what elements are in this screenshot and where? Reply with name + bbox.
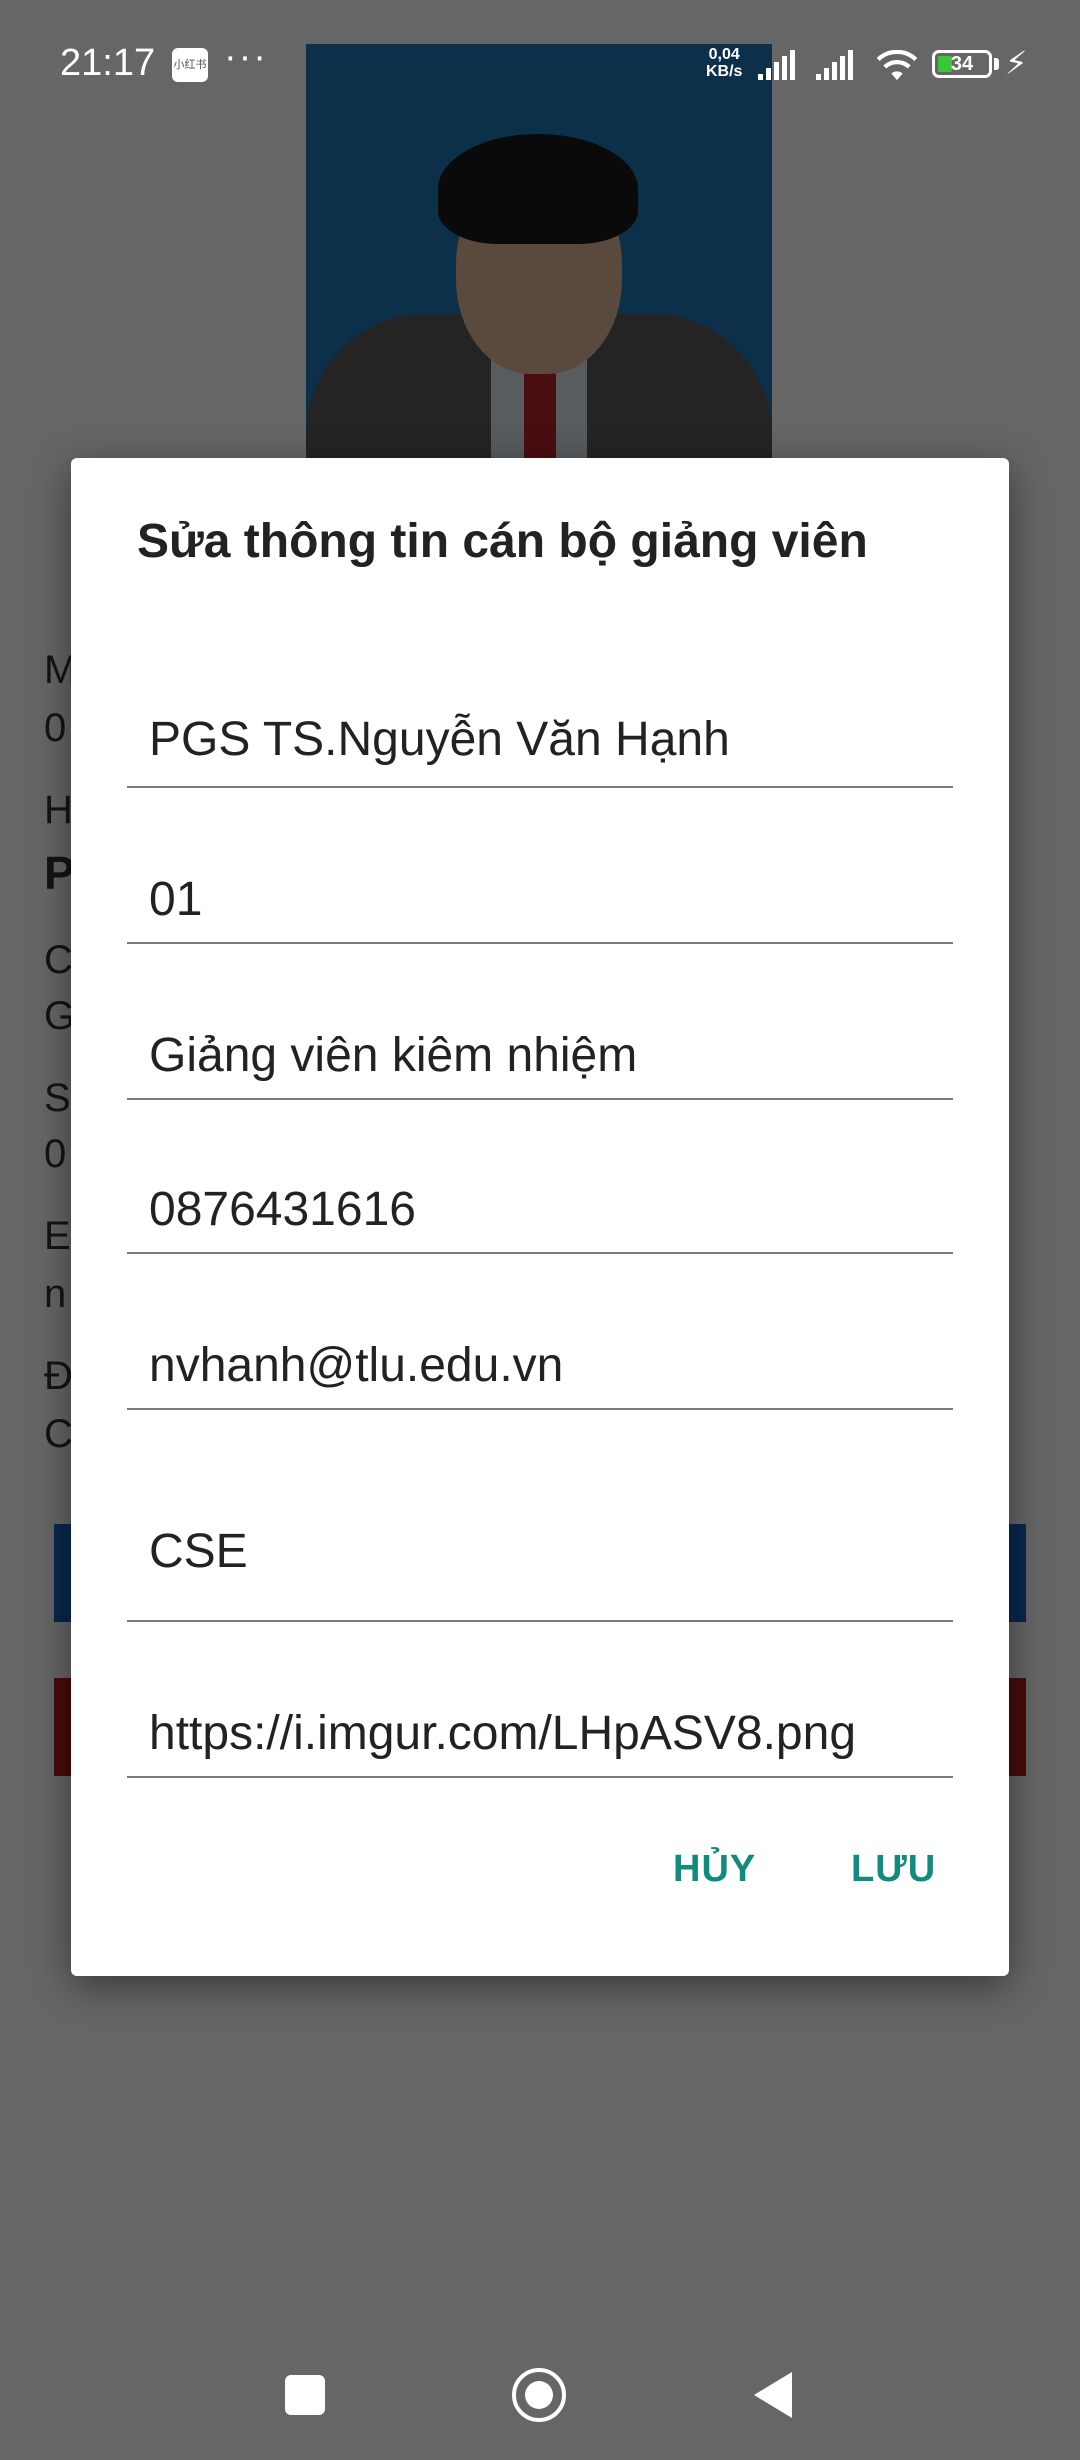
dialog-title: Sửa thông tin cán bộ giảng viên bbox=[137, 515, 868, 568]
cancel-button[interactable]: HỦY bbox=[673, 1848, 756, 1891]
status-bar: 21:17 小红书 ··· 0,04 KB/s 34 ⚡ bbox=[0, 0, 1080, 130]
battery-tip bbox=[994, 58, 999, 70]
system-nav-bar bbox=[0, 2320, 1080, 2460]
department-field[interactable]: CSE bbox=[127, 1424, 953, 1622]
more-notifications-icon: ··· bbox=[224, 36, 268, 78]
status-time: 21:17 bbox=[60, 42, 156, 84]
network-speed-unit: KB/s bbox=[706, 63, 743, 80]
battery-level-text: 34 bbox=[950, 53, 974, 75]
wifi-icon bbox=[876, 50, 918, 81]
recent-apps-icon[interactable] bbox=[285, 2375, 325, 2415]
signal-strength-icon bbox=[816, 50, 853, 80]
name-field[interactable]: PGS TS.Nguyễn Văn Hạnh bbox=[127, 648, 953, 788]
edit-lecturer-dialog: Sửa thông tin cán bộ giảng viên PGS TS.N… bbox=[71, 458, 1009, 1976]
position-field[interactable]: Giảng viên kiêm nhiệm bbox=[127, 958, 953, 1100]
email-field[interactable]: nvhanh@tlu.edu.vn bbox=[127, 1268, 953, 1410]
home-icon[interactable] bbox=[512, 2368, 566, 2422]
email-field-value[interactable]: nvhanh@tlu.edu.vn bbox=[149, 1338, 563, 1393]
signal-strength-icon bbox=[758, 50, 795, 80]
charging-icon: ⚡ bbox=[1005, 45, 1028, 81]
phone-field-value[interactable]: 0876431616 bbox=[149, 1182, 416, 1237]
position-field-value[interactable]: Giảng viên kiêm nhiệm bbox=[149, 1028, 637, 1083]
avatar-url-field[interactable]: https://i.imgur.com/LHpASV8.png bbox=[127, 1636, 953, 1778]
department-field-value[interactable]: CSE bbox=[149, 1524, 248, 1579]
phone-field[interactable]: 0876431616 bbox=[127, 1114, 953, 1254]
id-field[interactable]: 01 bbox=[127, 802, 953, 944]
name-field-value[interactable]: PGS TS.Nguyễn Văn Hạnh bbox=[149, 712, 730, 767]
battery-icon: 34 bbox=[932, 50, 992, 78]
network-speed: 0,04 KB/s bbox=[706, 46, 742, 80]
network-speed-value: 0,04 bbox=[708, 46, 740, 63]
id-field-value[interactable]: 01 bbox=[149, 872, 202, 927]
app-notification-icon: 小红书 bbox=[172, 48, 208, 82]
avatar-url-field-value[interactable]: https://i.imgur.com/LHpASV8.png bbox=[149, 1706, 856, 1761]
back-icon[interactable] bbox=[754, 2372, 792, 2418]
save-button[interactable]: LƯU bbox=[851, 1848, 936, 1891]
